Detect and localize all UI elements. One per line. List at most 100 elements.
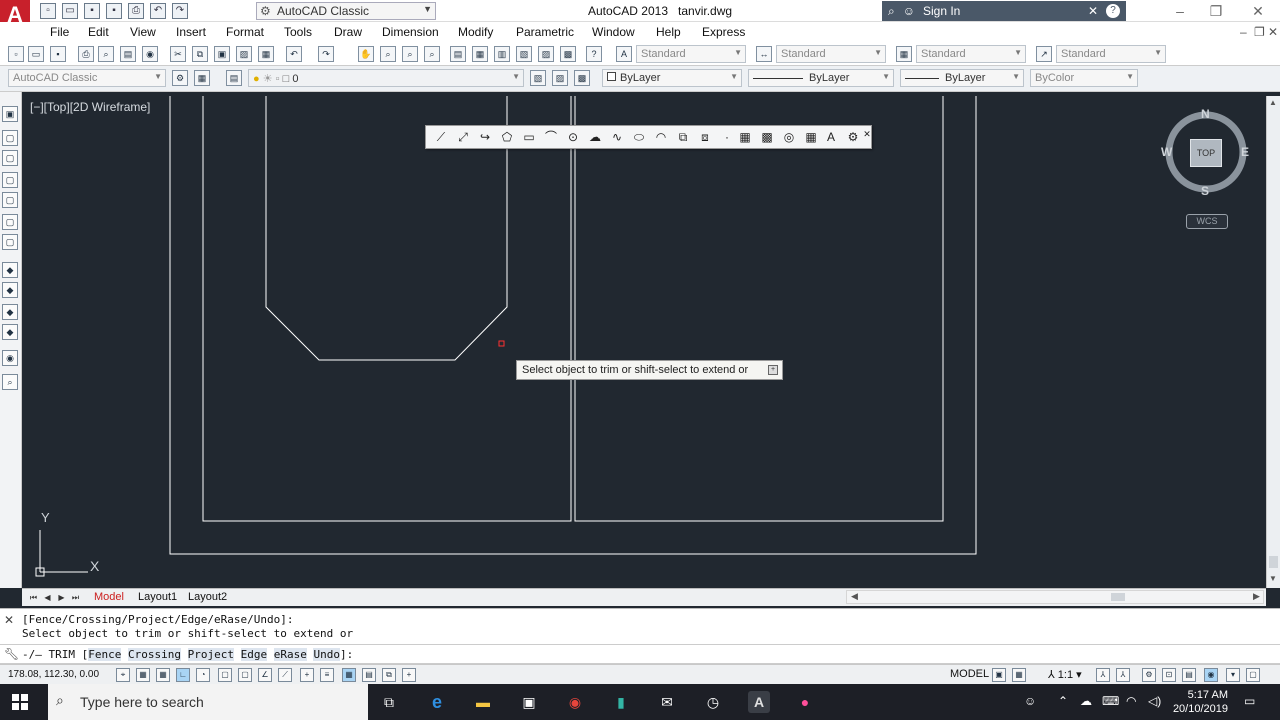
- object-snap-icon[interactable]: ▢: [218, 668, 232, 682]
- workspace-settings-icon[interactable]: ⚙: [172, 70, 188, 86]
- chrome-icon[interactable]: ◉: [564, 691, 586, 713]
- file-explorer-icon[interactable]: ▬: [472, 691, 494, 713]
- vertical-scrollbar[interactable]: ▲ ▼: [1266, 96, 1280, 588]
- view-bottom-icon[interactable]: ▢: [2, 214, 18, 230]
- render-icon[interactable]: ◆: [2, 262, 18, 278]
- taskbar-search[interactable]: ⌕ Type here to search: [48, 684, 368, 720]
- doc-restore-icon[interactable]: ❐: [1254, 25, 1265, 39]
- windows-start-icon[interactable]: [12, 694, 28, 710]
- sheet-set-icon[interactable]: ▧: [516, 46, 532, 62]
- redo-icon[interactable]: ↷: [172, 3, 188, 19]
- plot-preview-icon[interactable]: ⌕: [98, 46, 114, 62]
- dynamic-input-icon[interactable]: +: [300, 668, 314, 682]
- menu-edit[interactable]: Edit: [88, 25, 109, 39]
- isolate-objects-icon[interactable]: ◉: [1204, 668, 1218, 682]
- text-style-combo[interactable]: Standard ▼: [636, 45, 746, 63]
- toolbar-close-icon[interactable]: ✕: [862, 126, 872, 142]
- option-undo[interactable]: Undo: [313, 648, 340, 661]
- autocad-taskbar-icon[interactable]: A: [748, 691, 770, 713]
- block-editor-icon[interactable]: ▦: [258, 46, 274, 62]
- snap-mode-icon[interactable]: ▦: [136, 668, 150, 682]
- command-line[interactable]: 🔧︎ -/– TRIM [Fence Crossing Project Edge…: [0, 644, 1280, 664]
- transparency-icon[interactable]: ▦: [342, 668, 356, 682]
- menu-express[interactable]: Express: [702, 25, 745, 39]
- copy-icon[interactable]: ⧉: [192, 46, 208, 62]
- save-icon[interactable]: ▪: [84, 3, 100, 19]
- sun-icon[interactable]: ◆: [2, 324, 18, 340]
- tab-layout2[interactable]: Layout2: [188, 591, 227, 603]
- zoom-previous-icon[interactable]: ⌕: [424, 46, 440, 62]
- prev-tab-icon[interactable]: ◀: [42, 592, 53, 603]
- 3d-osnap-icon[interactable]: ▢: [238, 668, 252, 682]
- revision-cloud-icon[interactable]: ☁: [586, 129, 604, 145]
- minimize-icon[interactable]: –: [1160, 0, 1200, 22]
- color-app-icon[interactable]: ●: [794, 691, 816, 713]
- spline-icon[interactable]: ∿: [608, 129, 626, 145]
- scroll-right-icon[interactable]: ▶: [1253, 591, 1260, 602]
- ortho-mode-icon[interactable]: ∟: [176, 668, 190, 682]
- keyboard-language-icon[interactable]: ⌨: [1102, 694, 1119, 708]
- table-style-combo[interactable]: Standard ▼: [916, 45, 1026, 63]
- gradient-icon[interactable]: ▩: [758, 129, 776, 145]
- option-fence[interactable]: Fence: [88, 648, 122, 661]
- doc-minimize-icon[interactable]: –: [1240, 25, 1247, 39]
- material-icon[interactable]: ◆: [2, 282, 18, 298]
- view-right-icon[interactable]: ▢: [2, 172, 18, 188]
- grid-display-icon[interactable]: ▦: [156, 668, 170, 682]
- plot-icon[interactable]: ⎙: [128, 3, 144, 19]
- annotation-monitor-icon[interactable]: +: [402, 668, 416, 682]
- tool-palettes-icon[interactable]: ▥: [494, 46, 510, 62]
- autoscale-icon[interactable]: ⅄: [1116, 668, 1130, 682]
- menu-help[interactable]: Help: [656, 25, 681, 39]
- command-close-icon[interactable]: ✕: [4, 613, 14, 627]
- undo-icon[interactable]: ↶: [150, 3, 166, 19]
- scroll-left-icon[interactable]: ◀: [851, 591, 858, 602]
- show-hidden-icons-icon[interactable]: ⌃: [1058, 694, 1068, 708]
- zoom-realtime-icon[interactable]: ⌕: [380, 46, 396, 62]
- mail-icon[interactable]: ✉: [656, 691, 678, 713]
- circle-icon[interactable]: ⊙: [564, 129, 582, 145]
- option-erase[interactable]: eRase: [273, 648, 307, 661]
- paste-icon[interactable]: ▣: [214, 46, 230, 62]
- zoom-extents-icon[interactable]: ⌕: [2, 374, 18, 390]
- task-view-icon[interactable]: ⧉: [378, 691, 400, 713]
- annotation-visibility-icon[interactable]: ⅄: [1096, 668, 1110, 682]
- toolbar-redo-icon[interactable]: ↷: [318, 46, 334, 62]
- quick-view-drawings-icon[interactable]: ▦: [1012, 668, 1026, 682]
- menu-modify[interactable]: Modify: [458, 25, 493, 39]
- viewcube[interactable]: N S E W TOP WCS: [1161, 106, 1252, 241]
- polar-tracking-icon[interactable]: ◔: [196, 668, 210, 682]
- tooltip-options-icon[interactable]: +: [768, 365, 778, 375]
- menu-tools[interactable]: Tools: [284, 25, 312, 39]
- alarm-clock-icon[interactable]: ◷: [702, 691, 724, 713]
- object-snap-tracking-icon[interactable]: ∠: [258, 668, 272, 682]
- lineweight-icon[interactable]: ≡: [320, 668, 334, 682]
- quick-view-layouts-icon[interactable]: ▣: [992, 668, 1006, 682]
- save-as-icon[interactable]: ▪: [106, 3, 122, 19]
- clean-screen-icon[interactable]: ▢: [1246, 668, 1260, 682]
- dim-style-icon[interactable]: ↔: [756, 46, 772, 62]
- menu-parametric[interactable]: Parametric: [516, 25, 574, 39]
- make-block-icon[interactable]: ⧈: [696, 129, 714, 145]
- menu-format[interactable]: Format: [226, 25, 264, 39]
- insert-block-icon[interactable]: ⧉: [674, 129, 692, 145]
- drawing-area[interactable]: Y X: [22, 92, 1266, 588]
- rectangle-icon[interactable]: ▭: [520, 129, 538, 145]
- next-tab-icon[interactable]: ▶: [56, 592, 67, 603]
- hatch-icon[interactable]: ▦: [736, 129, 754, 145]
- store-icon[interactable]: ▣: [518, 691, 540, 713]
- network-icon[interactable]: ◠: [1126, 694, 1136, 708]
- dim-style-combo[interactable]: Standard ▼: [776, 45, 886, 63]
- onedrive-icon[interactable]: ☁: [1080, 694, 1092, 708]
- linetype-combo[interactable]: ByLayer ▼: [748, 69, 894, 87]
- command-prompt[interactable]: -/– TRIM [Fence Crossing Project Edge eR…: [22, 648, 353, 661]
- quick-properties-icon[interactable]: ▤: [362, 668, 376, 682]
- plot-print-icon[interactable]: ⎙: [78, 46, 94, 62]
- make-current-layer-icon[interactable]: ▧: [530, 70, 546, 86]
- tab-layout1[interactable]: Layout1: [138, 591, 177, 603]
- last-tab-icon[interactable]: ⏭: [70, 592, 81, 603]
- h-scroll-thumb[interactable]: [1111, 593, 1125, 601]
- layer-properties-icon[interactable]: ▤: [226, 70, 242, 86]
- color-combo[interactable]: ByLayer ▼: [602, 69, 742, 87]
- view-top-icon[interactable]: ▢: [2, 192, 18, 208]
